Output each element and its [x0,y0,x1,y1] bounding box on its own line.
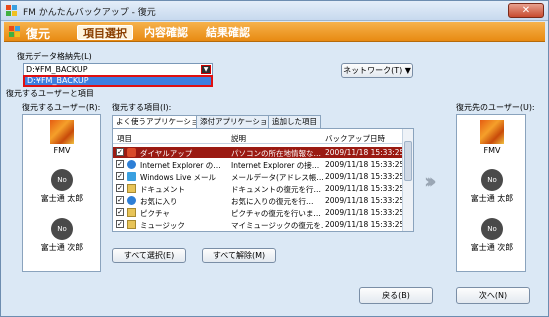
tab-bundled-apps[interactable]: 添付アプリケーション [196,115,279,128]
tab-added-items[interactable]: 追加した項目 [268,115,321,128]
storage-value: D:¥FM_BACKUP [26,65,88,74]
dest-user-list: FMV No 富士通 太郎 No 富士通 次郎 [456,114,526,272]
table-row[interactable]: ✓ お気に入り お気に入りの復元を行… 2009/11/18 15:33:25 [113,195,403,206]
double-chevron-right-icon: ››› [424,169,437,193]
window-title: FM かんたんバックアップ - 復元 [23,8,156,18]
checkbox[interactable]: ✓ [116,208,124,216]
select-all-button[interactable]: すべて選択(E) [112,248,186,263]
checkbox[interactable]: ✓ [116,148,124,156]
dialup-icon [127,148,136,157]
chevron-down-icon[interactable]: ▼ [201,65,211,74]
table-row[interactable]: ✓ ピクチャ ピクチャの復元を行いま… 2009/11/18 15:33:25 [113,207,403,218]
checkbox[interactable]: ✓ [116,196,124,204]
checkbox[interactable]: ✓ [116,172,124,180]
items-label: 復元する項目(I): [112,103,172,112]
table-row[interactable]: ✓ ドキュメント ドキュメントの復元を行… 2009/11/18 15:33:2… [113,183,403,194]
next-button[interactable]: 次へ(N) [456,287,530,304]
step-select-items: 項目選択 [77,25,133,40]
deselect-all-button[interactable]: すべて解除(M) [202,248,276,263]
avatar: No [51,169,73,191]
source-user-fmv[interactable]: FMV [37,120,87,155]
ie-icon [127,196,136,205]
column-item[interactable]: 項目 [117,133,132,144]
vertical-scrollbar[interactable] [402,129,413,231]
step-confirm-content: 内容確認 [144,26,188,39]
avatar [50,120,74,144]
network-button[interactable]: ネットワーク(T) ▼ [341,63,413,78]
restore-icon [9,26,21,38]
source-users-label: 復元するユーザー(R): [22,103,101,112]
source-user-taro[interactable]: No 富士通 太郎 [37,169,87,204]
folder-icon [127,220,136,229]
dest-user-taro[interactable]: No 富士通 太郎 [467,169,517,204]
list-header: 項目 説明 バックアップ日時 [113,132,403,144]
avatar: No [481,169,503,191]
back-button[interactable]: 戻る(B) [359,287,433,304]
step-header: 復元 項目選択 内容確認 結果確認 [4,22,545,42]
checkbox[interactable]: ✓ [116,160,124,168]
checkbox[interactable]: ✓ [116,184,124,192]
column-description[interactable]: 説明 [231,133,246,144]
storage-dropdown-option[interactable]: D:¥FM_BACKUP [23,75,213,87]
folder-icon [127,184,136,193]
avatar: No [51,218,73,240]
storage-label: 復元データ格納先(L) [17,52,92,61]
restore-window: FM かんたんバックアップ - 復元 ✕ 復元 項目選択 内容確認 結果確認 復… [0,0,549,317]
table-row[interactable]: ✓ ミュージック マイミュージックの復元を… 2009/11/18 15:33:… [113,219,403,230]
section-label: 復元するユーザーと項目 [6,89,94,98]
checkbox[interactable]: ✓ [116,220,124,228]
items-list: 項目 説明 バックアップ日時 ✓ ダイヤルアップ パソコンの所在地情報な… 20… [112,128,414,232]
column-backup-date[interactable]: バックアップ日時 [325,133,385,144]
table-row[interactable]: ✓ Internet Explorer の… Internet Explorer… [113,159,403,170]
table-row[interactable]: ✓ Windows Live メール メールデータ(アドレス帳… 2009/11… [113,171,403,182]
step-confirm-result: 結果確認 [206,26,250,39]
ie-icon [127,160,136,169]
dest-user-jiro[interactable]: No 富士通 次郎 [467,218,517,253]
title-bar: FM かんたんバックアップ - 復元 ✕ [1,1,548,21]
dest-users-label: 復元先のユーザー(U): [456,103,535,112]
mail-icon [127,172,136,181]
dest-user-fmv[interactable]: FMV [467,120,517,155]
app-icon [6,5,18,17]
header-title: 復元 [26,27,51,41]
table-row[interactable]: ✓ ダイヤルアップ パソコンの所在地情報な… 2009/11/18 15:33:… [113,147,403,158]
scrollbar-thumb[interactable] [404,141,412,181]
folder-icon [127,208,136,217]
avatar: No [481,218,503,240]
source-user-list: FMV No 富士通 太郎 No 富士通 次郎 [22,114,101,272]
close-button[interactable]: ✕ [508,3,544,18]
avatar [480,120,504,144]
source-user-jiro[interactable]: No 富士通 次郎 [37,218,87,253]
